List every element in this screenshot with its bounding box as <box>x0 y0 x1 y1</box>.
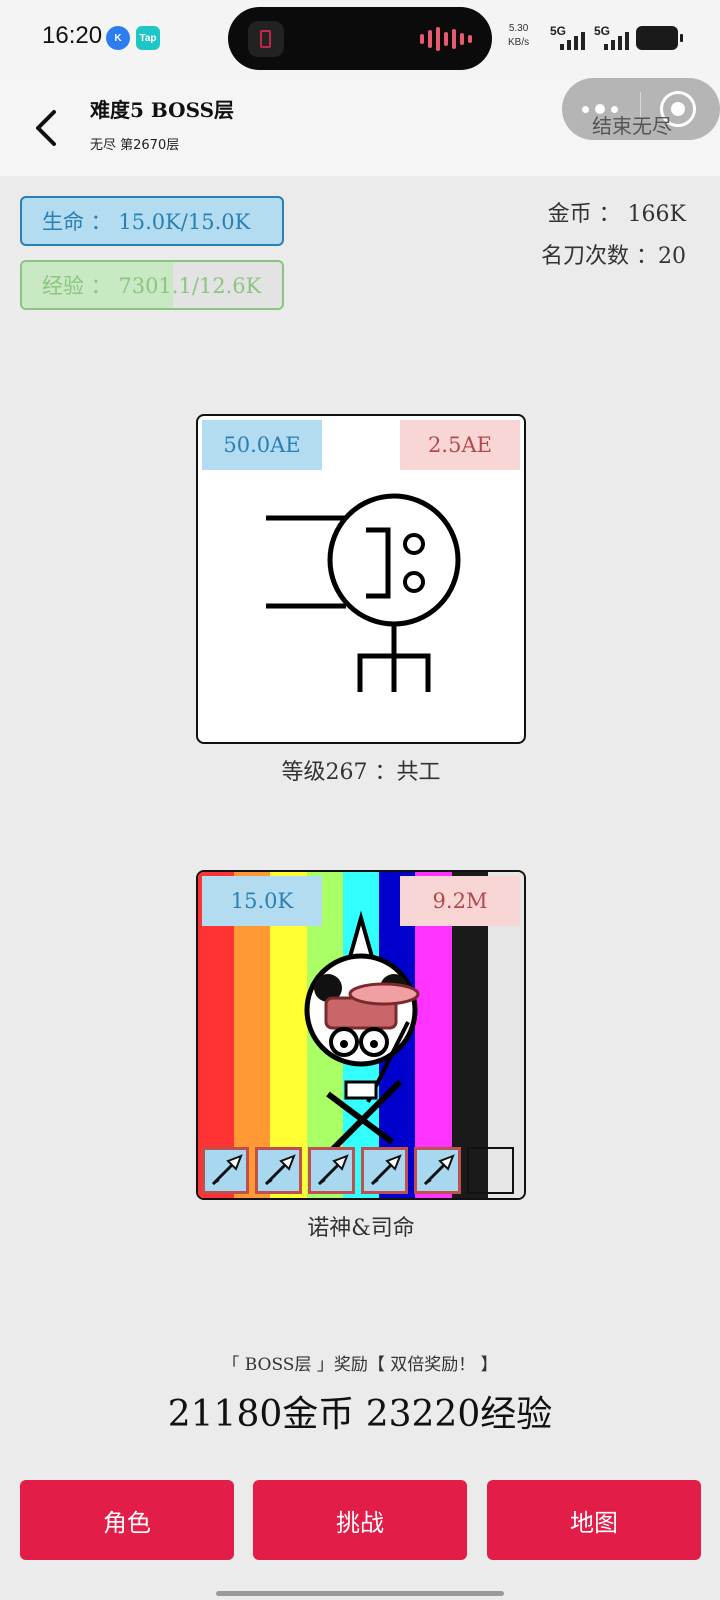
arrow-icon <box>423 1153 455 1185</box>
hero-attack-tag: 15.0K <box>202 876 322 926</box>
challenge-button[interactable]: 挑战 <box>253 1480 467 1560</box>
arrow-icon <box>264 1153 296 1185</box>
enemy-defense-tag: 2.5AE <box>400 420 520 470</box>
arrow-icon <box>370 1153 402 1185</box>
exp-text: 经验 ： 7301.1/12.6K <box>42 274 262 298</box>
status-bar: 16:20 K Tap 5.30 KB/s 5G 5G <box>0 0 720 80</box>
battery-icon <box>636 26 683 50</box>
signal-icon: 5G <box>594 24 636 52</box>
map-button[interactable]: 地图 <box>487 1480 701 1560</box>
enemy-card[interactable]: 50.0AE 2.5AE <box>196 414 526 744</box>
exp-bar: 经验 ： 7301.1/12.6K <box>20 260 284 310</box>
arrow-icon <box>211 1153 243 1185</box>
chevron-left-icon <box>36 110 56 146</box>
arrow-icon <box>317 1153 349 1185</box>
empty-slot[interactable] <box>467 1147 514 1194</box>
k-app-icon: K <box>106 26 130 50</box>
equipment-slots <box>202 1147 514 1194</box>
audio-wave-icon <box>420 25 472 53</box>
tap-app-icon: Tap <box>136 26 160 50</box>
enemy-attack-tag: 50.0AE <box>202 420 322 470</box>
net-speed-value: 5.30 <box>508 23 529 34</box>
home-indicator[interactable] <box>216 1591 504 1596</box>
status-time: 16:20 <box>42 22 103 49</box>
enemy-name: 等级267 ：共工 <box>281 760 441 785</box>
net-speed-unit: KB/s <box>508 37 530 48</box>
hero-defense-tag: 9.2M <box>400 876 520 926</box>
end-endless-button[interactable]: 结束无尽 <box>592 110 672 139</box>
net-speed: 5.30 KB/s <box>508 22 529 50</box>
arrow-slot[interactable] <box>308 1147 355 1194</box>
arrow-slot[interactable] <box>255 1147 302 1194</box>
gold-count: 金币 ： 166K <box>547 202 686 227</box>
back-button[interactable] <box>30 108 70 148</box>
island-app-icon <box>248 21 284 57</box>
role-button[interactable]: 角色 <box>20 1480 234 1560</box>
dynamic-island[interactable] <box>228 7 492 70</box>
hero-card[interactable]: 15.0K 9.2M <box>196 870 526 1200</box>
knife-count: 名刀次数 ：20 <box>541 244 686 269</box>
reward-title: 「 BOSS层 」奖励【 双倍奖励！ 】 <box>222 1355 498 1375</box>
arrow-slot[interactable] <box>414 1147 461 1194</box>
signal-icon: 5G <box>550 24 592 52</box>
hp-bar: 生命 ： 15.0K/15.0K <box>20 196 284 246</box>
page-title: 难度5 BOSS层 <box>90 98 235 122</box>
reward-amount: 21180金币 23220经验 <box>167 1394 553 1435</box>
hero-name: 诺神&司命 <box>307 1216 415 1241</box>
page-subtitle: 无尽 第2670层 <box>90 138 180 153</box>
hp-text: 生命 ： 15.0K/15.0K <box>42 210 251 234</box>
arrow-slot[interactable] <box>361 1147 408 1194</box>
arrow-slot[interactable] <box>202 1147 249 1194</box>
